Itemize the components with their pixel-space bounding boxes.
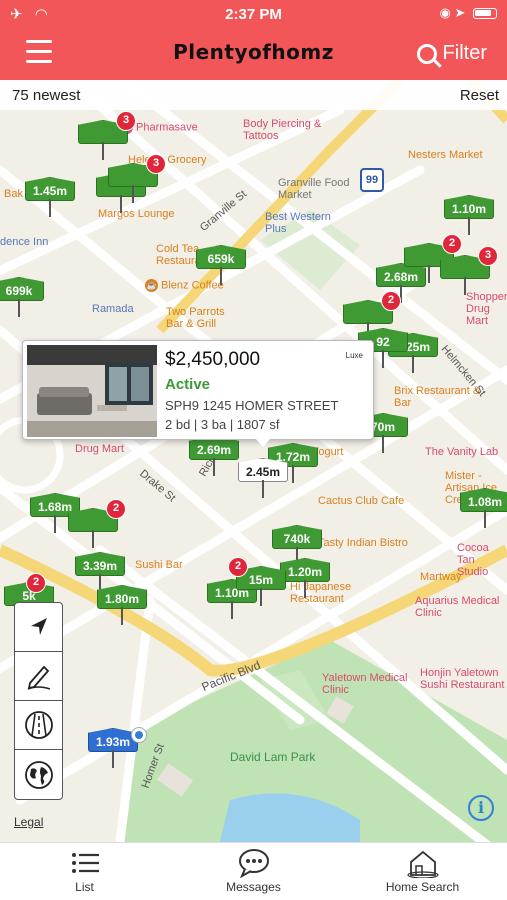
tab-messages-label: Messages	[226, 880, 281, 894]
user-location-dot	[132, 728, 146, 742]
globe-button[interactable]	[15, 750, 62, 799]
listing-price: $2,450,000	[165, 349, 261, 370]
living-room-photo	[27, 345, 157, 437]
poi-cactus-club[interactable]: Cactus Club Cafe	[318, 495, 404, 507]
tab-list[interactable]: List	[0, 843, 169, 900]
poi-cocoa-tan[interactable]: Cocoa Tan Studio	[457, 542, 507, 578]
listing-popup[interactable]: $2,450,000 Active SPH9 1245 HOMER STREET…	[22, 340, 374, 440]
tab-messages[interactable]: Messages	[169, 843, 338, 900]
tab-home-search-label: Home Search	[385, 880, 460, 894]
highway-99-shield: 99	[360, 168, 384, 192]
poi-tasty-indian[interactable]: Tasty Indian Bistro	[318, 537, 408, 549]
tab-home-search[interactable]: Home Search	[338, 843, 507, 900]
listing-pin[interactable]: 3	[108, 154, 166, 203]
listing-pin[interactable]: 15m 2	[228, 557, 286, 606]
list-icon	[71, 853, 99, 873]
poi-aquarius[interactable]: Aquarius Medical Clinic	[415, 595, 505, 619]
reset-button[interactable]: Reset	[460, 87, 499, 104]
poi-ramada[interactable]: Ramada	[92, 303, 134, 315]
app-header: ✈ ◠ 2:37 PM ◉ ➤ Plentyofhomz Filter	[0, 0, 507, 80]
status-right-icons: ◉ ➤	[440, 5, 497, 21]
listing-address: SPH9 1245 HOMER STREET	[165, 398, 339, 413]
globe-icon	[24, 760, 53, 789]
locate-button[interactable]	[15, 603, 62, 652]
filter-button[interactable]: Filter	[416, 42, 487, 65]
listing-photo[interactable]	[27, 345, 157, 437]
listing-status: Active	[165, 376, 211, 393]
poi-drug-mart[interactable]: Drug Mart	[75, 443, 124, 455]
listing-specs: 2 bd | 3 ba | 1807 sf	[165, 417, 280, 432]
poi-sushi-bar[interactable]: Sushi Bar	[135, 559, 183, 571]
tab-bar: List Messages Home Search	[0, 842, 507, 900]
listing-pin[interactable]: 2.69m	[189, 436, 239, 476]
listing-pin[interactable]: 1.45m	[25, 177, 75, 217]
listing-pin[interactable]: 3	[78, 111, 136, 160]
poi-yaletown-medical[interactable]: Yaletown Medical Clinic	[322, 672, 412, 696]
poi-vanity-lab[interactable]: The Vanity Lab	[425, 446, 507, 458]
listing-pin[interactable]: 1.10m	[444, 195, 494, 235]
listing-pin[interactable]: 3	[440, 246, 498, 295]
info-icon: i	[477, 798, 485, 817]
listing-pin[interactable]: 2	[68, 499, 126, 548]
status-time: 2:37 PM	[225, 6, 282, 23]
search-icon	[416, 43, 437, 64]
poi-honjin[interactable]: Honjin Yaletown Sushi Restaurant	[420, 667, 507, 691]
listing-pin[interactable]: 1.20m	[280, 558, 330, 598]
poi-shoppers-drug-mart[interactable]: Shoppers Drug Mart	[466, 291, 507, 327]
poi-best-western[interactable]: Best Western Plus	[265, 211, 355, 235]
legal-link[interactable]: Legal	[14, 815, 43, 829]
listing-pin-selected[interactable]: 2.45m	[238, 458, 288, 498]
results-bar: 75 newest Reset	[0, 80, 507, 110]
home-search-icon	[406, 850, 439, 878]
draw-icon	[27, 665, 50, 690]
listing-pin[interactable]: 1.80m	[97, 585, 147, 625]
poi-nesters-market[interactable]: Nesters Market	[408, 149, 483, 161]
poi-granville-food-market[interactable]: Granville Food Market	[278, 177, 358, 201]
broker-logo: Luxe	[345, 351, 363, 360]
filter-label: Filter	[442, 42, 487, 64]
poi-body-piercing[interactable]: Body Piercing & Tattoos	[243, 118, 353, 142]
road-button[interactable]	[15, 701, 62, 750]
popup-pointer	[255, 438, 271, 447]
battery-icon	[473, 8, 497, 20]
listing-pin[interactable]: 659k	[196, 245, 246, 285]
poi-two-parrots[interactable]: Two Parrots Bar & Grill	[166, 306, 241, 330]
listing-pin-current[interactable]: 1.93m	[88, 728, 138, 768]
map[interactable]: +Pharmasave Body Piercing & Tattoos Hele…	[0, 80, 507, 842]
listing-pin[interactable]: 699k	[0, 277, 44, 317]
draw-button[interactable]	[15, 652, 62, 701]
listing-pin[interactable]: 1.08m	[460, 488, 507, 528]
status-bar: ✈ ◠ 2:37 PM ◉ ➤	[0, 0, 507, 30]
poi-martway[interactable]: Martway	[420, 571, 462, 583]
poi-residence-inn[interactable]: dence Inn	[0, 236, 48, 248]
poi-david-lam-park[interactable]: David Lam Park	[230, 751, 315, 763]
locate-icon	[30, 618, 47, 635]
messages-icon	[238, 849, 269, 878]
tab-list-label: List	[75, 880, 94, 894]
map-tools	[14, 602, 63, 800]
road-icon	[24, 711, 53, 739]
results-count: 75 newest	[12, 87, 81, 104]
info-button[interactable]: i	[468, 795, 494, 821]
poi-bakery[interactable]: Bak	[4, 188, 23, 200]
